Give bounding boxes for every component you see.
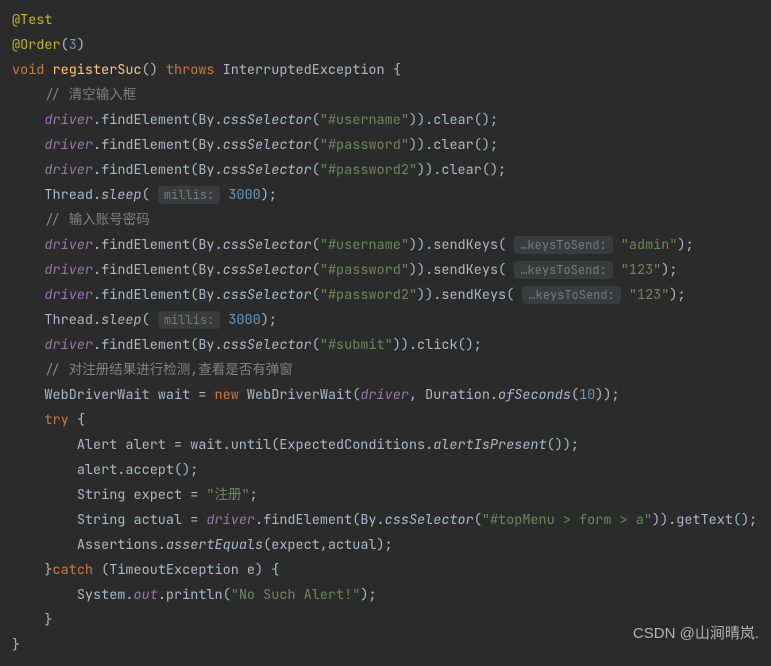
- method-name: registerSuc: [53, 61, 142, 79]
- comment: // 输入账号密码: [44, 211, 149, 229]
- comment: // 清空输入框: [44, 86, 136, 104]
- param-hint: millis:: [158, 186, 220, 204]
- watermark: CSDN @山涧晴岚.: [633, 621, 759, 646]
- code-block: @Test @Order(3) void registerSuc() throw…: [0, 0, 771, 666]
- annotation-test: @Test: [12, 11, 53, 29]
- param-hint: …keysToSend:: [514, 261, 612, 279]
- param-hint: …keysToSend:: [514, 236, 612, 254]
- annotation-order: @Order: [12, 36, 61, 54]
- comment: // 对注册结果进行检测,查看是否有弹窗: [44, 361, 292, 379]
- param-hint: …keysToSend:: [522, 286, 620, 304]
- param-hint: millis:: [158, 311, 220, 329]
